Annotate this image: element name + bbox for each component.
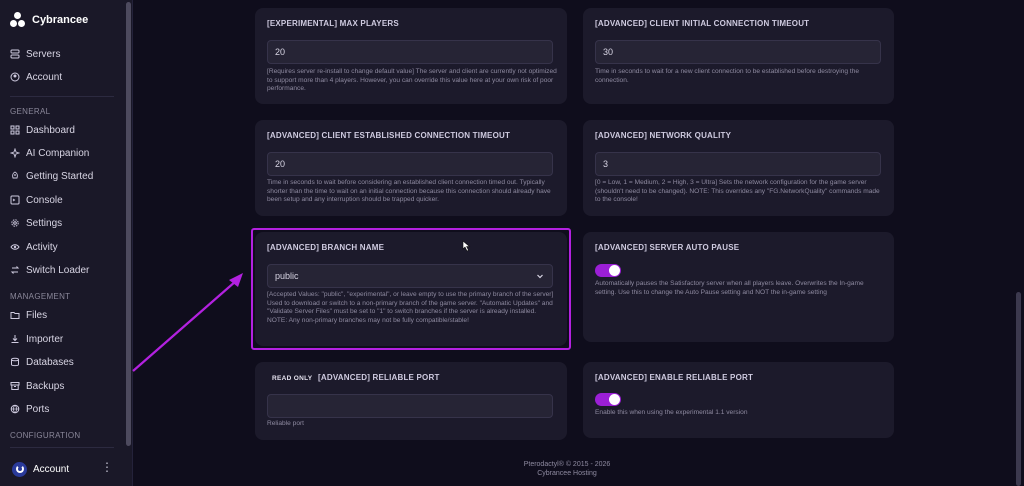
mouse-cursor-icon — [462, 240, 471, 252]
footer-hosting: Cybrancee Hosting — [537, 470, 597, 477]
annotation-arrow-icon — [132, 273, 243, 372]
main-scrollbar[interactable] — [1016, 292, 1021, 486]
footer-copyright: Pterodactyl® © 2015 - 2026 — [523, 461, 611, 468]
